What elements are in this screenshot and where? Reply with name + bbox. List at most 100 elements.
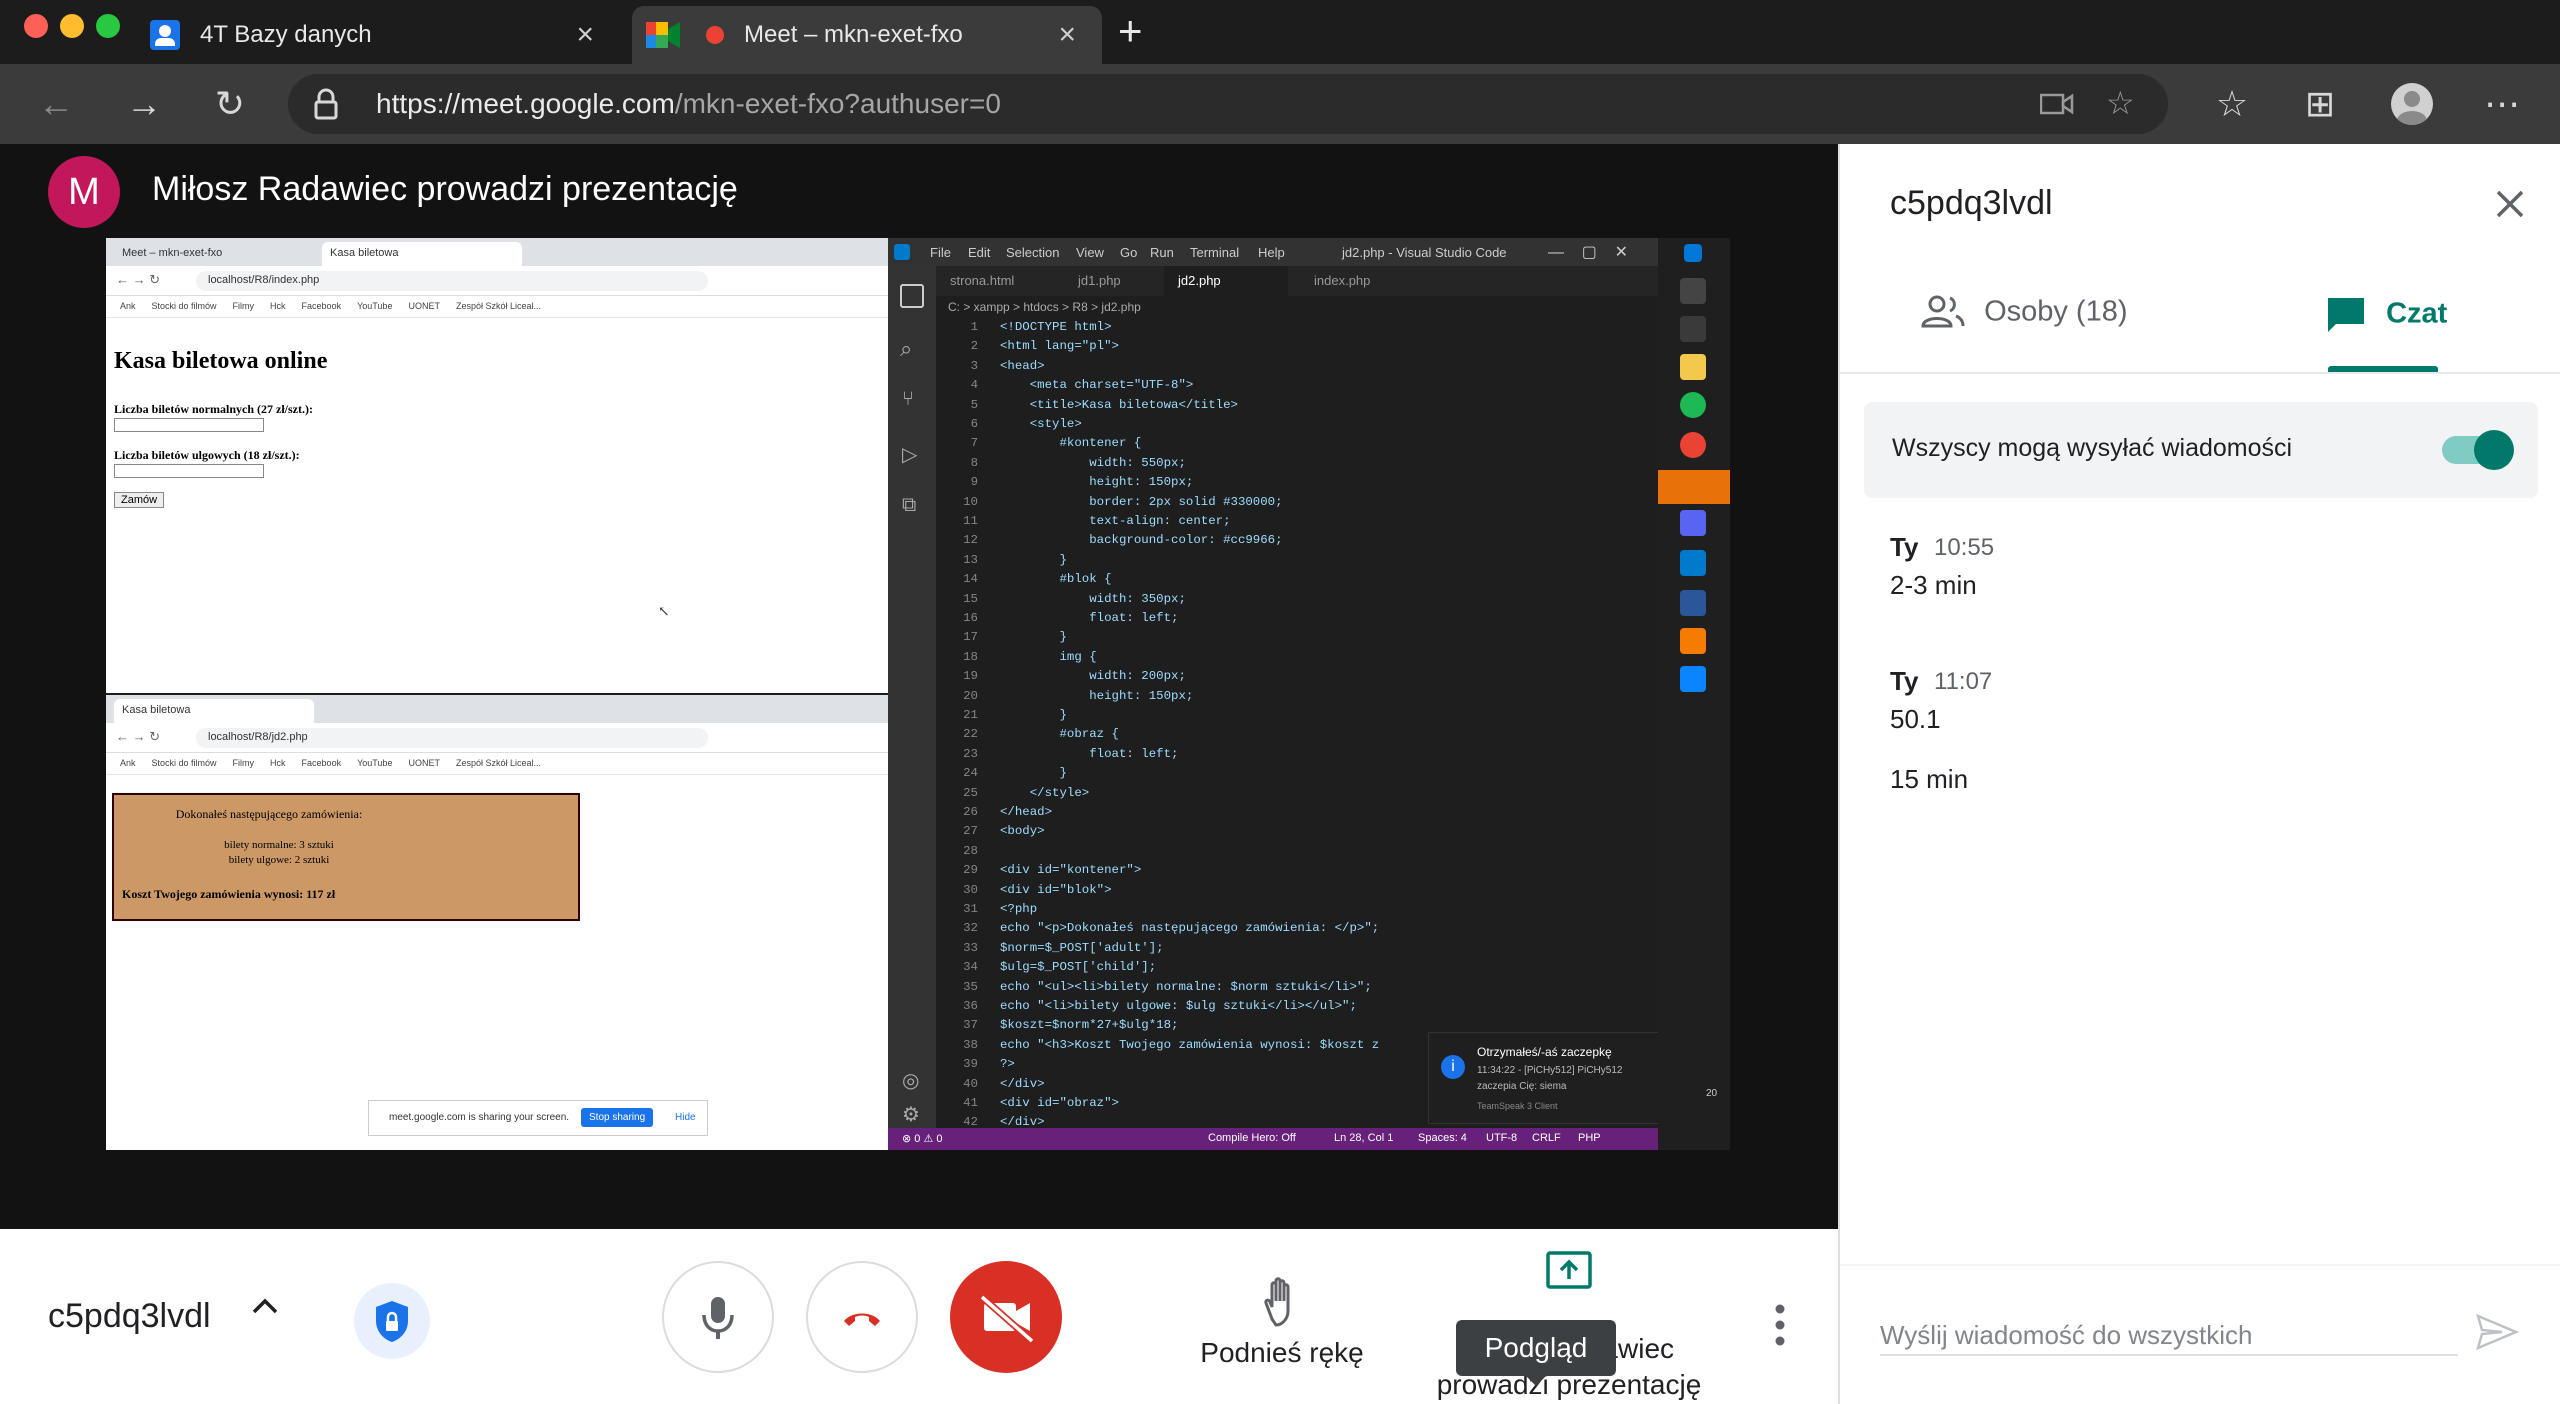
code-line: 25 </style> — [936, 784, 1089, 803]
microphone-button[interactable] — [662, 1261, 774, 1373]
back-icon[interactable]: ← — [32, 80, 80, 128]
code-line: 14 #blok { — [936, 570, 1111, 589]
account-icon: ◎ — [902, 1070, 920, 1092]
code-line: 10 border: 2px solid #330000; — [936, 493, 1282, 512]
message-text: 50.1 — [1890, 704, 1941, 734]
code-text: echo "<li>bilety ulgowe: $ulg sztuki</li… — [1000, 999, 1357, 1013]
code-line: 8 width: 550px; — [936, 454, 1186, 473]
window-maximize-button[interactable] — [96, 14, 120, 38]
order-intro: Dokonałeś następującego zamówienia: — [175, 807, 363, 821]
browser-tab-bazy-danych[interactable]: 4T Bazy danych × — [150, 6, 620, 64]
tab-chat[interactable]: Czat — [2324, 294, 2447, 372]
new-tab-icon[interactable]: + — [1118, 10, 1143, 52]
forward-icon[interactable]: → — [120, 80, 168, 128]
address-bar[interactable]: https://meet.google.com/mkn-exet-fxo?aut… — [288, 74, 2168, 134]
chat-message-input[interactable] — [1880, 1316, 2458, 1354]
tab-close-icon[interactable]: × — [1058, 20, 1076, 50]
code-line: 22 #obraz { — [936, 725, 1119, 744]
panel-title: c5pdq3lvdl — [1890, 184, 2053, 222]
browser-tabstrip: Meet – mkn-exet-fxo Kasa biletowa — [106, 238, 888, 266]
toggle-thumb[interactable] — [2474, 430, 2514, 470]
code-line: 35 echo "<ul><li>bilety normalne: $norm s… — [936, 978, 1372, 997]
reload-icon[interactable]: ↻ — [206, 80, 254, 128]
search-icon — [1680, 278, 1706, 304]
code-line: 7 #kontener { — [936, 434, 1142, 453]
extensions-icon: ⧉ — [902, 494, 917, 516]
browser-tab-meet[interactable]: Meet – mkn-exet-fxo × — [632, 6, 1102, 64]
message-time: 11:07 — [1934, 668, 1993, 695]
more-menu-icon[interactable]: ⋯ — [2478, 80, 2526, 128]
line-number: 30 — [963, 882, 978, 897]
spotify-icon — [1680, 392, 1706, 418]
line-number: 27 — [963, 824, 978, 839]
code-line: 38 echo "<h3>Koszt Twojego zamówienia wyn… — [936, 1036, 1379, 1055]
source-control-icon: ⑂ — [902, 388, 914, 410]
tab-people[interactable]: Osoby (18) — [1920, 294, 2128, 372]
vscode-window: File Edit Selection View Go Run Terminal… — [888, 238, 1730, 1150]
more-options-icon[interactable] — [1762, 1297, 1798, 1353]
tab-close-icon[interactable]: × — [576, 20, 594, 50]
code-text: <div id="kontener"> — [1000, 863, 1142, 878]
settings-gear-icon: ⚙ — [902, 1104, 920, 1126]
meet-icon — [646, 22, 680, 48]
code-text: } — [1000, 766, 1067, 781]
browser-tab-bar: 4T Bazy danych × Meet – mkn-exet-fxo × + — [0, 0, 2560, 64]
host-controls-button[interactable] — [354, 1283, 430, 1359]
code-line: 23 float: left; — [936, 745, 1178, 764]
window-close-button[interactable] — [24, 14, 48, 38]
line-number: 12 — [963, 533, 978, 548]
bookmarks-bar: Ank Stocki do filmów Filmy Hck Facebook YouTu… — [106, 296, 888, 318]
code-text: <title>Kasa biletowa</title> — [1000, 397, 1238, 412]
code-text: <div id="blok"> — [1000, 882, 1112, 897]
code-line: 1 <!DOCTYPE html> — [936, 318, 1112, 337]
window-minimize-button[interactable] — [60, 14, 84, 38]
code-line: 11 text-align: center; — [936, 512, 1231, 531]
code-line: 3 <head> — [936, 357, 1045, 376]
code-line: 40 </div> — [936, 1075, 1045, 1094]
url-text: localhost/R8/jd2.php — [196, 728, 708, 748]
code-text: $norm=$_POST['adult']; — [1000, 940, 1164, 955]
reduced-tickets-label: Liczba biletów ulgowych (18 zł/szt.): — [114, 448, 300, 462]
close-icon[interactable] — [2492, 186, 2528, 229]
code-text: width: 550px; — [1000, 455, 1186, 470]
favorite-star-icon[interactable]: ☆ — [2106, 84, 2135, 122]
code-text: <html lang="pl"> — [1000, 339, 1119, 354]
favorites-icon[interactable]: ☆ — [2208, 80, 2256, 128]
address-bar: ← → ↻ localhost/R8/index.php — [106, 266, 888, 296]
normal-tickets-input — [114, 418, 264, 432]
line-number: 32 — [963, 921, 978, 936]
order-box: Dokonałeś następującego zamówienia: bile… — [112, 793, 580, 921]
code-line: 6 <style> — [936, 415, 1082, 434]
code-line: 32 echo "<p>Dokonałeś następującego zamów… — [936, 919, 1379, 938]
line-number: 37 — [963, 1018, 978, 1033]
stop-sharing-button: Stop sharing — [581, 1108, 654, 1127]
line-number: 1 — [970, 320, 978, 334]
hang-up-button[interactable] — [806, 1261, 918, 1373]
line-number: 2 — [970, 339, 978, 354]
profile-avatar[interactable] — [2388, 80, 2436, 128]
chevron-up-icon[interactable] — [248, 1289, 282, 1332]
code-line: 41 <div id="obraz"> — [936, 1094, 1119, 1113]
code-line: 20 height: 150px; — [936, 687, 1193, 706]
code-line: 31 <?php — [936, 900, 1037, 919]
camera-toggle-button[interactable] — [950, 1261, 1062, 1373]
line-number: 9 — [970, 475, 978, 490]
tab-title: 4T Bazy danych — [200, 21, 372, 48]
send-icon[interactable] — [2470, 1306, 2522, 1358]
collections-icon[interactable]: ⊞ — [2296, 80, 2344, 128]
reduced-tickets-input — [114, 464, 264, 478]
message-time: 10:55 — [1934, 534, 1995, 561]
line-number: 3 — [970, 358, 978, 373]
camera-in-use-icon[interactable] — [2039, 92, 2074, 116]
line-number: 36 — [963, 999, 978, 1013]
code-text: <style> — [1000, 417, 1082, 431]
code-editor: 1 <!DOCTYPE html> 2 <html lang="pl"> 3 <head>… — [936, 318, 1658, 1129]
raise-hand-button[interactable]: Podnieś rękę — [1196, 1271, 1368, 1381]
code-text: $ulg=$_POST['child']; — [1000, 960, 1157, 975]
code-text: $koszt=$norm*27+$ulg*18; — [1000, 1018, 1179, 1033]
code-text: text-align: center; — [1000, 514, 1231, 528]
code-text: #obraz { — [1000, 727, 1119, 742]
code-text: echo "<h3>Koszt Twojego zamówienia wynos… — [1000, 1037, 1380, 1052]
hide-link: Hide — [675, 1112, 696, 1123]
line-number: 18 — [963, 649, 978, 664]
